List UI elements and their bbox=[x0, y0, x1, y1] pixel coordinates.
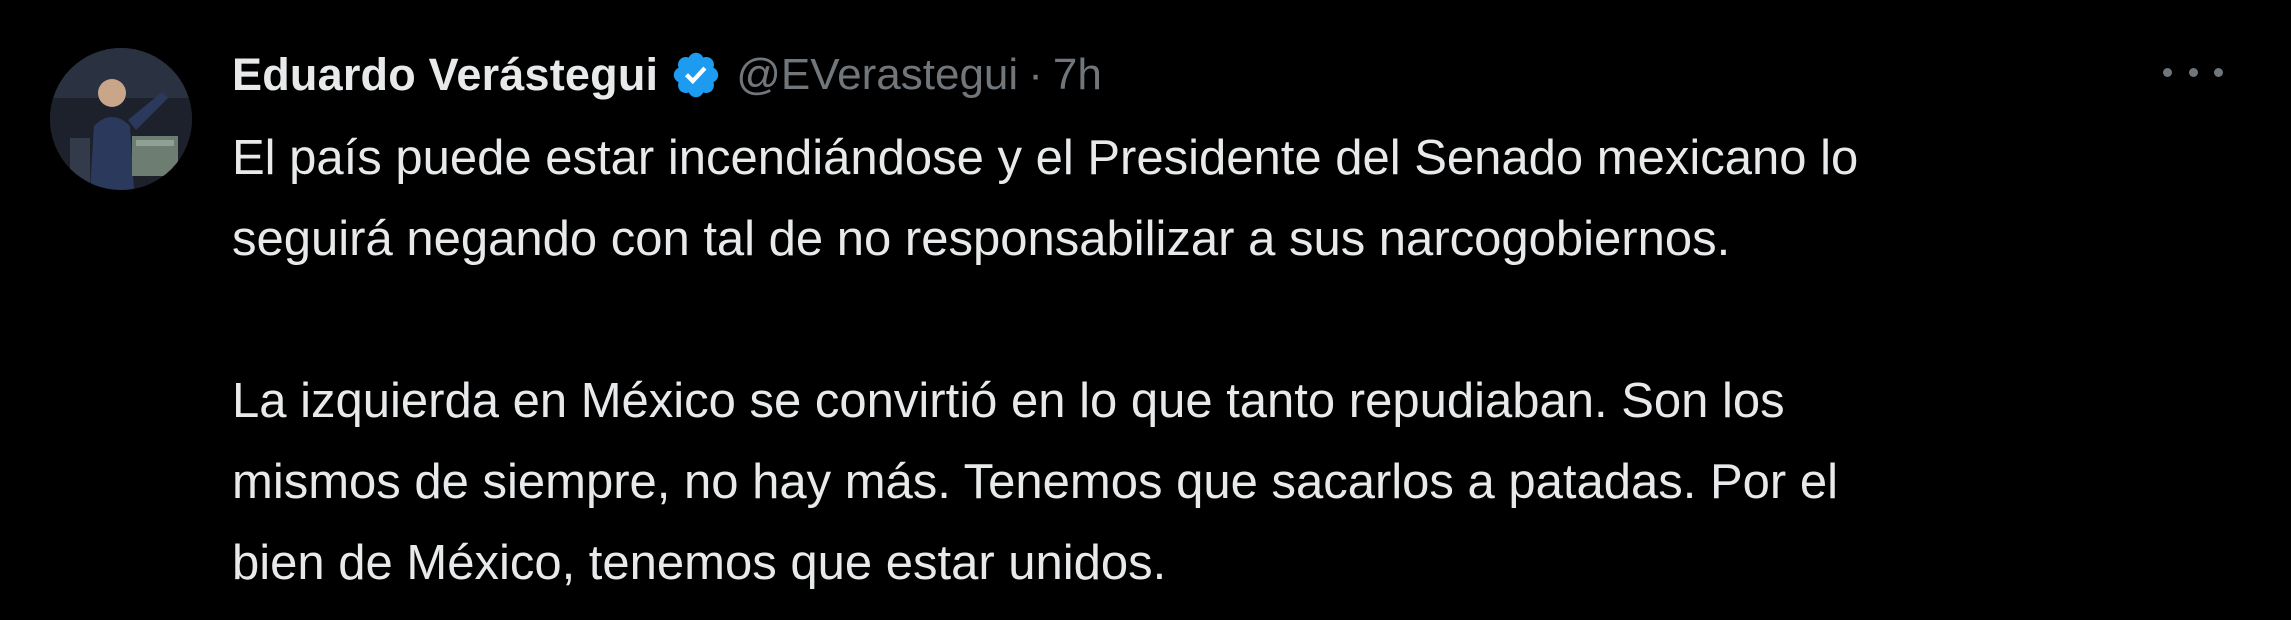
tweet-card[interactable]: Eduardo Verástegui @EVerastegui · 7h El … bbox=[0, 0, 2291, 620]
tweet-timestamp[interactable]: 7h bbox=[1053, 50, 1102, 100]
tweet-paragraph: La izquierda en México se convirtió en l… bbox=[232, 374, 1838, 590]
more-options-icon[interactable] bbox=[2163, 52, 2223, 92]
avatar[interactable] bbox=[50, 48, 192, 190]
header-separator: · bbox=[1028, 50, 1043, 99]
more-dot bbox=[2188, 67, 2198, 77]
author-name[interactable]: Eduardo Verástegui bbox=[232, 49, 658, 101]
tweet-paragraph: El país puede estar incendiándose y el P… bbox=[232, 131, 1859, 266]
more-dot bbox=[2163, 67, 2172, 77]
author-handle[interactable]: @EVerastegui bbox=[736, 50, 1018, 100]
tweet-header: Eduardo Verástegui @EVerastegui · 7h bbox=[232, 40, 1102, 110]
avatar-image bbox=[50, 48, 192, 190]
verified-badge-icon bbox=[670, 49, 722, 101]
tweet-text: El país puede estar incendiándose y el P… bbox=[232, 118, 2192, 604]
more-dot bbox=[2214, 67, 2223, 77]
